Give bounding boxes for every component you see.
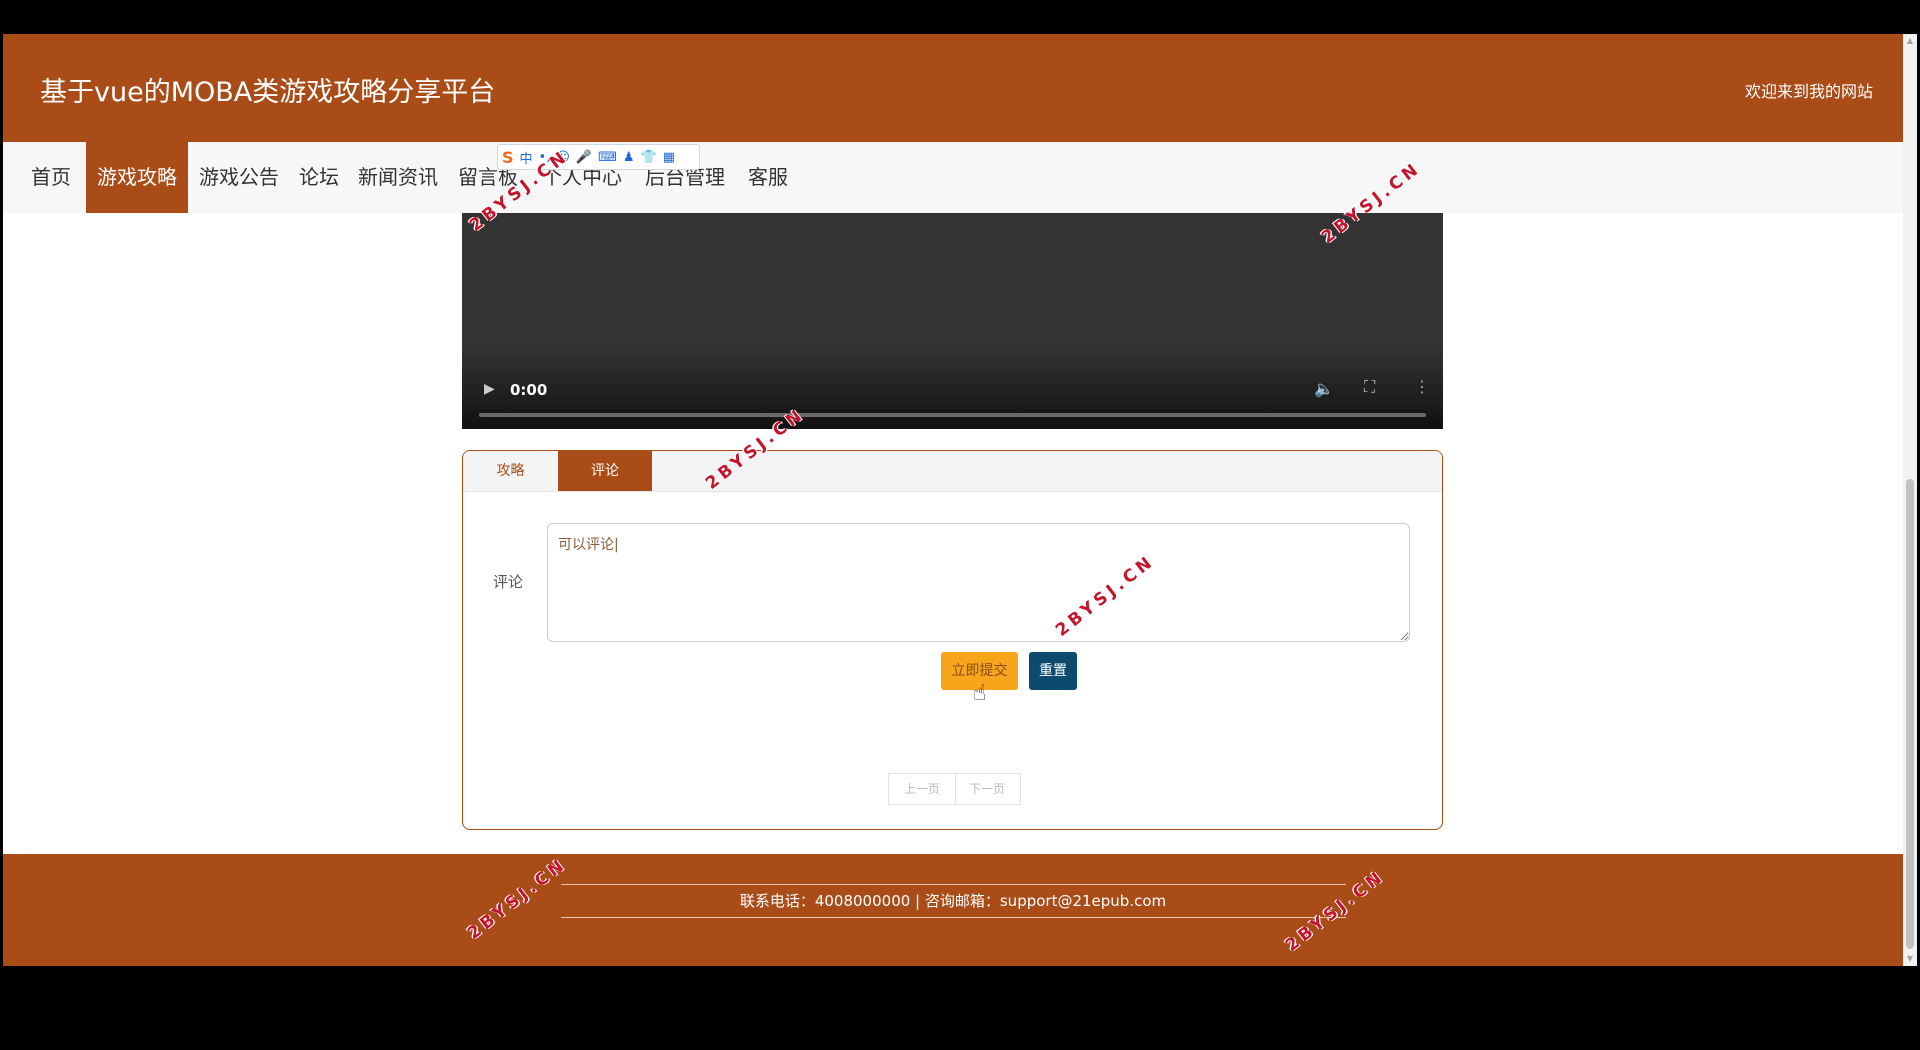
browser-viewport: 基于vue的MOBA类游戏攻略分享平台 欢迎来到我的网站 首页 游戏攻略 游戏公… [3,34,1903,966]
comment-label: 评论 [493,573,524,591]
more-options-icon[interactable]: ⋮ [1414,377,1430,396]
hand-cursor-icon: ☝ [973,681,987,706]
nav-item-game-notices[interactable]: 游戏公告 [199,142,279,213]
next-page-button[interactable]: 下一页 [954,773,1021,805]
prev-page-button[interactable]: 上一页 [888,773,956,805]
grid-icon[interactable]: ▦ [663,150,675,165]
shirt-icon[interactable]: 👕 [641,150,657,165]
tab-guide[interactable]: 攻略 [463,451,558,491]
detail-panel: 攻略 评论 评论 可以评论| 立即提交 重置 ☝ 上一页 下一页 [462,450,1443,830]
scroll-up-icon[interactable]: ▲ [1903,34,1917,48]
tab-bar: 攻略 评论 [463,451,1442,492]
video-player[interactable]: ▶ 0:00 🔈 ⛶ ⋮ [462,213,1443,429]
scroll-down-icon[interactable]: ▼ [1903,952,1917,966]
play-icon[interactable]: ▶ [484,381,495,397]
video-time: 0:00 [510,381,548,399]
reset-button[interactable]: 重置 [1029,652,1077,690]
nav-item-home[interactable]: 首页 [31,142,71,213]
video-progress-track[interactable] [479,413,1426,417]
tab-comments[interactable]: 评论 [558,451,652,491]
site-title: 基于vue的MOBA类游戏攻略分享平台 [40,77,496,108]
footer-divider [561,884,1346,885]
site-footer: 联系电话：4008000000 | 咨询邮箱：support@21epub.co… [3,854,1903,966]
comment-textarea[interactable]: 可以评论| [547,523,1410,642]
main-nav: 首页 游戏攻略 游戏公告 论坛 新闻资讯 留言板 个人中心 后台管理 客服 [3,142,1903,213]
footer-contact: 联系电话：4008000000 | 咨询邮箱：support@21epub.co… [739,892,1167,910]
ime-toolbar[interactable]: S 中 •, ☺ 🎤 ⌨ ♟ 👕 ▦ [497,144,700,170]
fullscreen-icon[interactable]: ⛶ [1364,377,1375,397]
nav-item-news[interactable]: 新闻资讯 [358,142,438,213]
footer-divider [561,917,1346,918]
welcome-text: 欢迎来到我的网站 [1744,82,1873,101]
nav-item-support[interactable]: 客服 [748,142,788,213]
volume-icon[interactable]: 🔈 [1314,379,1334,398]
nav-item-forum[interactable]: 论坛 [299,142,339,213]
page-scrollbar[interactable]: ▲ ▼ [1903,34,1917,966]
scroll-thumb[interactable] [1906,479,1914,949]
site-header: 基于vue的MOBA类游戏攻略分享平台 欢迎来到我的网站 [3,34,1903,142]
ime-logo-icon: S [502,147,514,167]
microphone-icon[interactable]: 🎤 [576,150,592,165]
keyboard-icon[interactable]: ⌨ [598,150,617,165]
nav-item-game-guides[interactable]: 游戏攻略 [86,142,188,213]
ime-mode-label[interactable]: 中 [520,148,533,167]
skin-icon[interactable]: ♟ [623,150,635,165]
